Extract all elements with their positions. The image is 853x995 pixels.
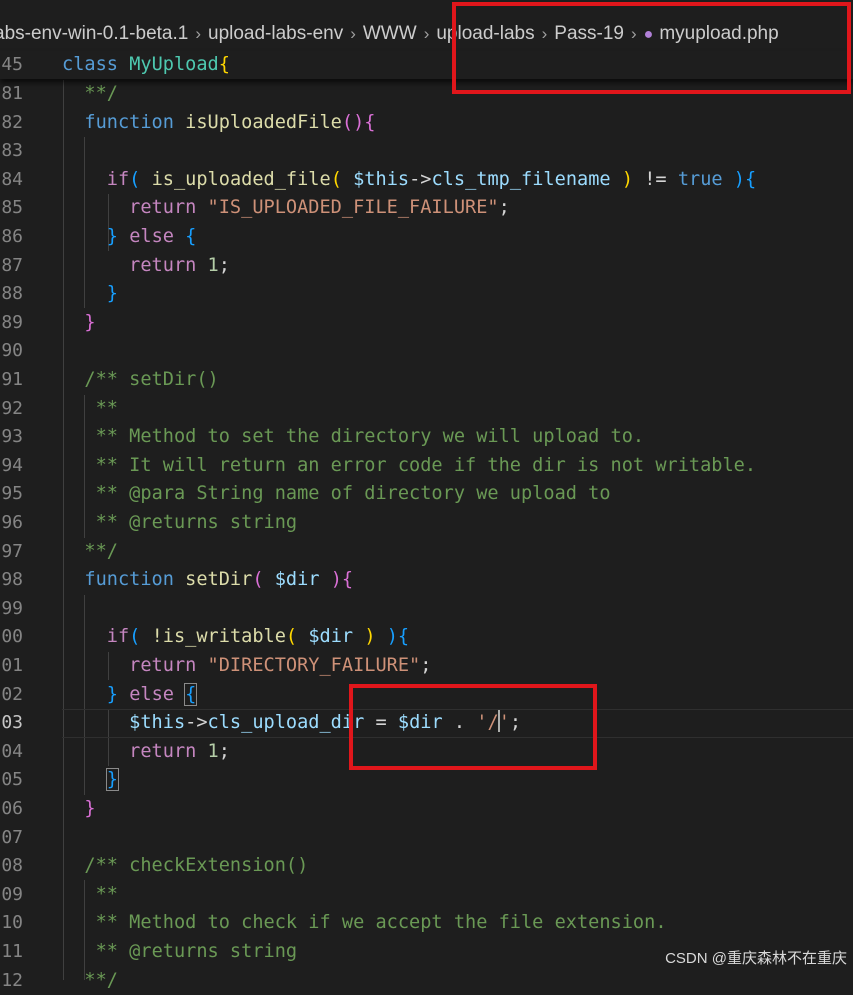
- code-line: 12 **/: [1, 969, 118, 991]
- code-line: 05 }: [1, 768, 120, 792]
- code-line: 08 /** checkExtension(): [1, 855, 309, 877]
- code-line: 86 } else {: [1, 226, 197, 247]
- code-line: 84 if( is_uploaded_file( $this->cls_tmp_…: [1, 168, 757, 190]
- code-line: 82 function isUploadedFile(){: [1, 111, 376, 133]
- code-line: 88 }: [1, 283, 118, 305]
- code-line: 83: [1, 140, 23, 162]
- chevron-right-icon: ›: [195, 24, 201, 43]
- code-line: 97 **/: [1, 540, 118, 562]
- watermark: CSDN @重庆森林不在重庆: [665, 950, 847, 967]
- code-line: 01 return "DIRECTORY_FAILURE";: [1, 655, 432, 676]
- code-line: 92 **: [1, 397, 118, 419]
- code-line: 91 /** setDir(): [1, 369, 219, 390]
- code-line: 94 ** It will return an error code if th…: [1, 454, 757, 476]
- code-line: 85 return "IS_UPLOADED_FILE_FAILURE";: [1, 197, 510, 219]
- code-line: 90: [1, 340, 23, 362]
- breadcrumb-item-env[interactable]: abs-env-win-0.1-beta.1: [0, 23, 188, 44]
- breadcrumb-item-www[interactable]: WWW: [363, 23, 417, 44]
- chevron-right-icon: ›: [350, 24, 356, 43]
- code-line: 00 if( !is_writable( $dir ) ){: [1, 626, 410, 648]
- code-line: 98 function setDir( $dir ){: [1, 569, 354, 591]
- code-line: 10 ** Method to check if we accept the f…: [1, 912, 667, 934]
- breadcrumb-item-upload-labs-env[interactable]: upload-labs-env: [208, 23, 343, 44]
- code-line: 06 }: [1, 798, 96, 819]
- code-text: class MyUpload{: [62, 54, 230, 75]
- code-line: 95 ** @para String name of directory we …: [1, 483, 611, 505]
- annotation-box-breadcrumb: [452, 2, 851, 94]
- code-line: 99: [1, 597, 23, 619]
- line-number: 45: [1, 54, 23, 75]
- annotation-box-code: [349, 684, 597, 770]
- code-line: 07: [1, 826, 23, 848]
- code-line: 89 }: [1, 311, 96, 333]
- code-line: 87 return 1;: [1, 254, 230, 276]
- chevron-right-icon: ›: [423, 24, 430, 43]
- code-line: 93 ** Method to set the directory we wil…: [1, 426, 645, 448]
- code-line: 96 ** @returns string: [1, 512, 298, 533]
- code-line: 09 **: [1, 883, 118, 905]
